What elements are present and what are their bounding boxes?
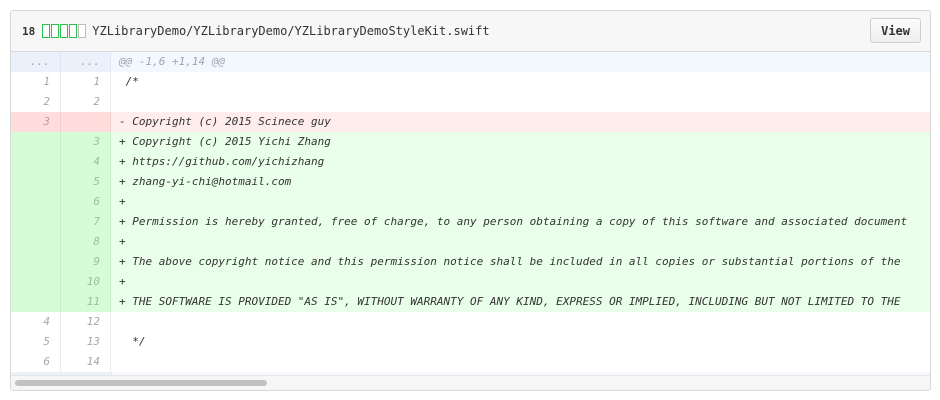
new-line-number[interactable]: 13 xyxy=(61,332,111,352)
new-line-number: ... xyxy=(61,52,111,72)
new-line-number[interactable]: 4 xyxy=(61,152,111,172)
old-line-number[interactable]: 4 xyxy=(11,312,61,332)
file-header: 18 YZLibraryDemo/YZLibraryDemo/YZLibrary… xyxy=(11,11,930,52)
code-text: */ xyxy=(119,335,146,348)
diff-line-added: 9 + The above copyright notice and this p… xyxy=(11,252,930,272)
old-line-number[interactable] xyxy=(11,292,61,312)
old-line-number[interactable] xyxy=(11,272,61,292)
diff-line-context: 11 /* xyxy=(11,72,930,92)
hunk-header: ... ... @@ -1,6 +1,14 @@ xyxy=(11,52,930,72)
old-line-number[interactable] xyxy=(11,152,61,172)
new-line-number[interactable]: 1 xyxy=(61,72,111,92)
diff-line-added: 11 + THE SOFTWARE IS PROVIDED "AS IS", WI… xyxy=(11,292,930,312)
diff-line-added: 3 + Copyright (c) 2015 Yichi Zhang xyxy=(11,132,930,152)
new-line-number[interactable] xyxy=(61,112,111,132)
diff-table: ... ... @@ -1,6 +1,14 @@ 11 /* 2 2 3- Copyr… xyxy=(11,52,930,390)
code-text: + Copyright (c) 2015 Yichi Zhang xyxy=(119,135,331,148)
old-line-number[interactable] xyxy=(11,232,61,252)
diff-line-context: 4 12 xyxy=(11,312,930,332)
new-line-number[interactable]: 14 xyxy=(61,352,111,372)
code-text: + xyxy=(119,275,126,288)
diff-line-added: 5 + zhang-yi-chi@hotmail.com xyxy=(11,172,930,192)
old-line-number[interactable] xyxy=(11,212,61,232)
code-text: + Permission is hereby granted, free of … xyxy=(119,215,908,228)
change-count: 18 xyxy=(22,24,36,38)
new-line-number[interactable]: 6 xyxy=(61,192,111,212)
diff-line-added: 4 + https://github.com/yichizhang xyxy=(11,152,930,172)
new-line-number[interactable]: 5 xyxy=(61,172,111,192)
old-line-number[interactable]: 3 xyxy=(11,112,61,132)
diffstat-block-added xyxy=(69,24,78,38)
old-line-number[interactable]: 1 xyxy=(11,72,61,92)
code-text: + The above copyright notice and this pe… xyxy=(119,255,901,268)
old-line-number: ... xyxy=(11,52,61,72)
old-line-number[interactable]: 2 xyxy=(11,92,61,112)
new-line-number[interactable]: 12 xyxy=(61,312,111,332)
diff-file: 18 YZLibraryDemo/YZLibraryDemo/YZLibrary… xyxy=(10,10,931,391)
old-line-number[interactable] xyxy=(11,172,61,192)
code-text: + xyxy=(119,195,126,208)
new-line-number[interactable]: 3 xyxy=(61,132,111,152)
diff-line-context: 22 xyxy=(11,92,930,112)
code-text: + xyxy=(119,235,126,248)
diffstat-block-added xyxy=(42,24,51,38)
old-line-number[interactable] xyxy=(11,132,61,152)
diffstat-block-neutral xyxy=(78,24,87,38)
horizontal-scrollbar[interactable] xyxy=(11,375,930,390)
diff-line-context: 6 14 xyxy=(11,352,930,372)
code-text: + https://github.com/yichizhang xyxy=(119,155,325,168)
code-text: - Copyright (c) 2015 Scinece guy xyxy=(119,115,331,128)
view-file-button[interactable]: View xyxy=(870,18,921,43)
new-line-number[interactable]: 2 xyxy=(61,92,111,112)
new-line-number[interactable]: 11 xyxy=(61,292,111,312)
new-line-number[interactable]: 10 xyxy=(61,272,111,292)
scrollbar-thumb[interactable] xyxy=(15,380,267,386)
old-line-number[interactable] xyxy=(11,252,61,272)
diff-line-added: 6 + xyxy=(11,192,930,212)
diff-line-added: 8 + xyxy=(11,232,930,252)
diff-line-added: 7 + Permission is hereby granted, free of… xyxy=(11,212,930,232)
code-text: /* xyxy=(119,75,139,88)
diff-line-context: 5 13 */ xyxy=(11,332,930,352)
file-path[interactable]: YZLibraryDemo/YZLibraryDemo/YZLibraryDem… xyxy=(92,24,489,38)
diff-line-added: 10 + xyxy=(11,272,930,292)
code-text: + THE SOFTWARE IS PROVIDED "AS IS", WITH… xyxy=(119,295,901,308)
old-line-number[interactable]: 5 xyxy=(11,332,61,352)
code-text: + zhang-yi-chi@hotmail.com xyxy=(119,175,292,188)
hunk-header-text: @@ -1,6 +1,14 @@ xyxy=(119,55,225,68)
diffstat xyxy=(42,24,87,38)
old-line-number[interactable]: 6 xyxy=(11,352,61,372)
diffstat-block-added xyxy=(60,24,69,38)
new-line-number[interactable]: 9 xyxy=(61,252,111,272)
diff-line-deleted: 3 - Copyright (c) 2015 Scinece guy xyxy=(11,112,930,132)
new-line-number[interactable]: 7 xyxy=(61,212,111,232)
old-line-number[interactable] xyxy=(11,192,61,212)
diffstat-block-added xyxy=(51,24,60,38)
new-line-number[interactable]: 8 xyxy=(61,232,111,252)
